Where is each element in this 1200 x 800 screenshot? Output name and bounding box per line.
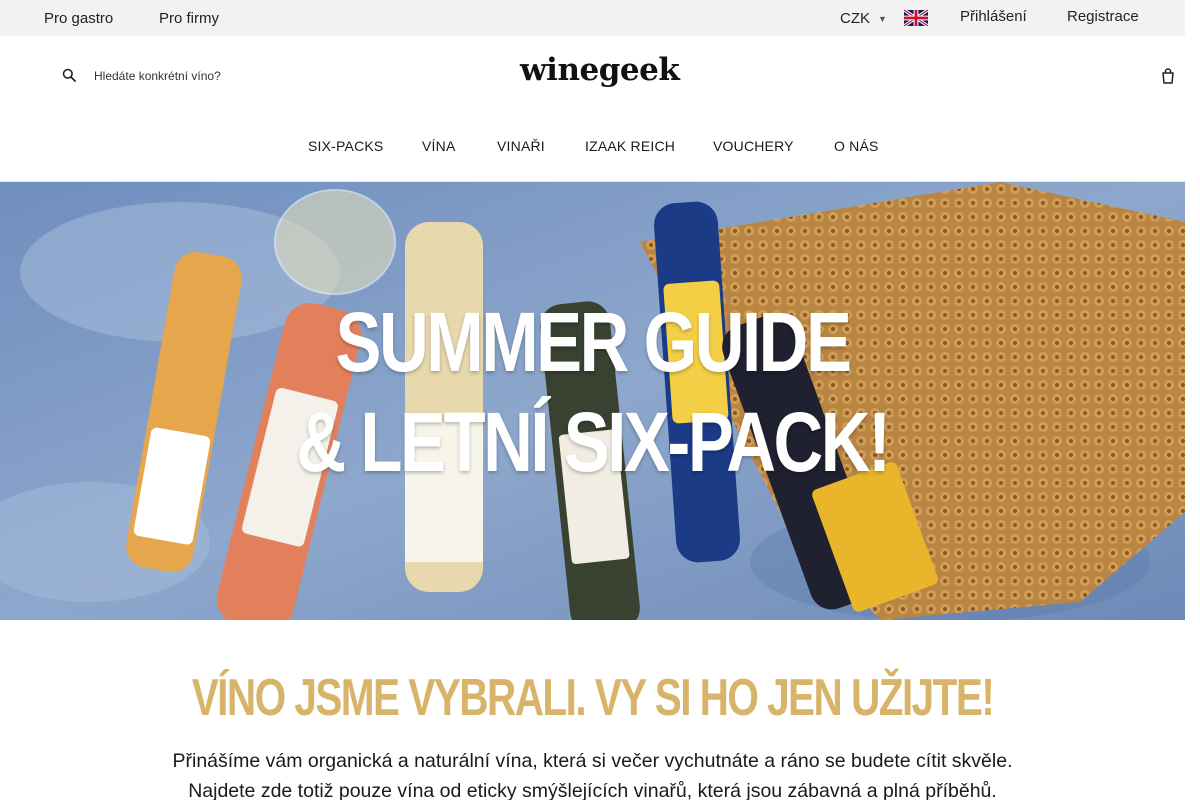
currency-label: CZK xyxy=(840,10,870,27)
register-link[interactable]: Registrace xyxy=(1067,8,1139,25)
hero-banner[interactable]: SUMMER GUIDE & LETNÍ SIX-PACK! xyxy=(0,182,1185,620)
pro-firmy-link[interactable]: Pro firmy xyxy=(159,10,219,27)
nav-item-vinari[interactable]: VINAŘI xyxy=(497,138,545,154)
uk-flag-icon[interactable] xyxy=(904,10,928,26)
search-input[interactable] xyxy=(94,67,314,85)
nav-item-izaak-reich[interactable]: IZAAK REICH xyxy=(585,138,675,154)
nav-item-vouchery[interactable]: VOUCHERY xyxy=(713,138,794,154)
hero-headline-line2: & LETNÍ SIX-PACK! xyxy=(296,395,891,489)
search-icon[interactable] xyxy=(62,68,76,82)
intro-text-line1: Přinášíme vám organická a naturální vína… xyxy=(172,750,1013,772)
intro-text-line2: Najdete zde totiž pouze vína od eticky s… xyxy=(188,780,997,800)
hero-headline-line1: SUMMER GUIDE xyxy=(335,295,852,389)
site-logo[interactable]: winegeek xyxy=(520,52,680,88)
login-link[interactable]: Přihlášení xyxy=(960,8,1027,25)
chevron-down-icon: ▼ xyxy=(878,13,887,24)
currency-selector[interactable]: CZK ▼ xyxy=(840,10,887,27)
nav-item-vina[interactable]: VÍNA xyxy=(422,138,455,154)
cart-icon[interactable] xyxy=(1161,68,1175,84)
main-nav: SIX-PACKS VÍNA VINAŘI IZAAK REICH VOUCHE… xyxy=(0,138,1185,158)
nav-item-o-nas[interactable]: O NÁS xyxy=(834,138,879,154)
nav-item-six-packs[interactable]: SIX-PACKS xyxy=(308,138,383,154)
top-utility-bar: Pro gastro Pro firmy CZK ▼ Přihlášení Re… xyxy=(0,0,1185,36)
intro-heading: VÍNO JSME VYBRALI. VY SI HO JEN UŽIJTE! xyxy=(191,669,995,727)
pro-gastro-link[interactable]: Pro gastro xyxy=(44,10,113,27)
